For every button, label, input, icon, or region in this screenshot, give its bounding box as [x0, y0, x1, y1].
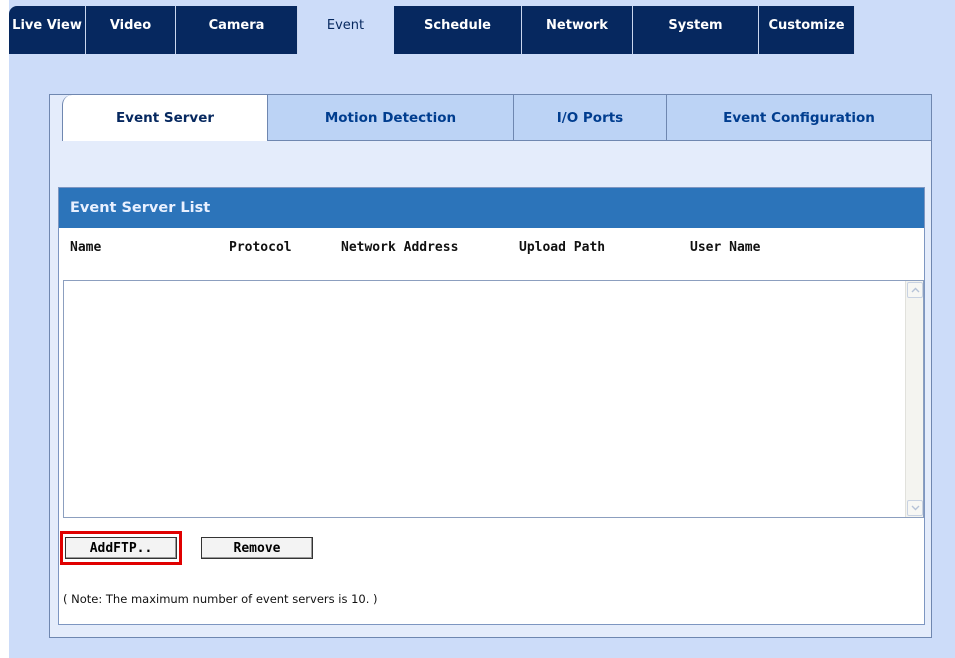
add-ftp-button[interactable]: AddFTP.. [65, 537, 177, 559]
tab-io-ports[interactable]: I/O Ports [513, 95, 666, 141]
vertical-scrollbar[interactable] [905, 281, 923, 517]
col-user-name: User Name [690, 240, 761, 255]
tab-event-configuration[interactable]: Event Configuration [666, 95, 932, 141]
tab-video[interactable]: Video [86, 6, 176, 54]
top-tabs: Live View Video Camera Event Schedule Ne… [9, 6, 855, 54]
scroll-up-arrow-icon[interactable] [907, 282, 923, 298]
scroll-down-arrow-icon[interactable] [907, 500, 923, 516]
col-network-address: Network Address [341, 240, 459, 255]
page-frame: Live View Video Camera Event Schedule Ne… [9, 0, 955, 658]
tab-live-view[interactable]: Live View [9, 6, 86, 54]
tab-event-server[interactable]: Event Server [62, 95, 267, 141]
tab-event[interactable]: Event [298, 6, 394, 54]
event-panel: Event Server Motion Detection I/O Ports … [49, 94, 932, 638]
col-protocol: Protocol [229, 240, 292, 255]
tab-network[interactable]: Network [522, 6, 633, 54]
col-name: Name [70, 240, 102, 255]
top-nav-bar: Live View Video Camera Event Schedule Ne… [9, 0, 955, 54]
sub-tabs: Event Server Motion Detection I/O Ports … [62, 95, 932, 141]
max-servers-note: ( Note: The maximum number of event serv… [63, 592, 378, 606]
column-headers: Name Protocol Network Address Upload Pat… [59, 240, 924, 260]
list-title: Event Server List [59, 188, 924, 228]
tab-customize[interactable]: Customize [759, 6, 855, 54]
remove-button[interactable]: Remove [201, 537, 313, 559]
col-upload-path: Upload Path [519, 240, 606, 255]
tab-system[interactable]: System [633, 6, 759, 54]
event-server-list-box: Event Server List Name Protocol Network … [58, 187, 925, 625]
tab-schedule[interactable]: Schedule [394, 6, 522, 54]
event-server-listbox[interactable] [63, 280, 924, 518]
tab-motion-detection[interactable]: Motion Detection [267, 95, 513, 141]
tab-camera[interactable]: Camera [176, 6, 298, 54]
